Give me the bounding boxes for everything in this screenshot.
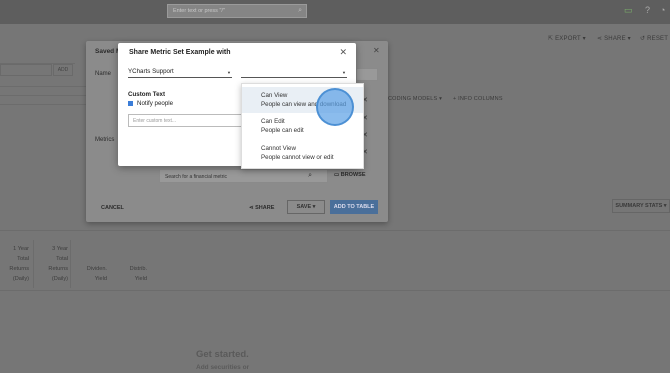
- add-to-table-button[interactable]: ADD TO TABLE: [330, 200, 378, 214]
- share-button[interactable]: ⋖ SHARE: [249, 205, 274, 211]
- divider: [0, 86, 86, 87]
- column-header-distribution[interactable]: Distrib. Yield: [112, 264, 147, 284]
- share-icon: ⋖: [249, 205, 254, 211]
- column-divider: [70, 240, 71, 288]
- search-icon: ⌕: [308, 172, 312, 179]
- coding-models-button[interactable]: CODING MODELS ▾: [388, 96, 442, 102]
- column-header-1y[interactable]: 1 Year Total Returns (Daily): [0, 244, 29, 284]
- divider: [0, 290, 670, 291]
- chevron-down-icon: ▼: [342, 70, 346, 75]
- left-add-input[interactable]: [0, 64, 52, 76]
- left-add-button[interactable]: ADD: [53, 64, 73, 76]
- share-top-button[interactable]: ⋖ SHARE ▾: [597, 35, 631, 42]
- divider: [0, 104, 86, 105]
- reset-icon: ↺: [640, 36, 646, 42]
- notify-checkbox[interactable]: Notify people: [128, 100, 173, 107]
- global-search-input[interactable]: Enter text or press "/" ⌕: [167, 4, 307, 18]
- custom-text-input[interactable]: Enter custom text...: [128, 114, 243, 127]
- export-icon: ⇱: [548, 36, 554, 42]
- chat-icon[interactable]: ▭: [624, 5, 633, 16]
- checkbox-checked-icon: [128, 100, 133, 106]
- user-icon[interactable]: ◔: [660, 5, 665, 15]
- global-search-placeholder: Enter text or press "/": [173, 8, 225, 14]
- saved-modal-close-icon[interactable]: ✕: [373, 46, 380, 55]
- click-indicator: [316, 88, 354, 126]
- metric-search-input[interactable]: Search for a financial metric ⌕: [159, 169, 328, 183]
- metrics-label: Metrics: [95, 137, 115, 143]
- permission-option-cannot-view[interactable]: Cannot View People cannot view or edit: [242, 143, 363, 167]
- browse-button[interactable]: ▭ BROWSE: [334, 172, 365, 178]
- info-columns-button[interactable]: + INFO COLUMNS: [453, 96, 503, 102]
- search-icon: ⌕: [298, 7, 302, 14]
- top-bar: [0, 0, 670, 24]
- custom-text-label: Custom Text: [128, 91, 166, 98]
- summary-stats-button[interactable]: SUMMARY STATS ▾: [612, 199, 670, 213]
- share-dialog-title: Share Metric Set Example with: [129, 49, 231, 56]
- folder-icon: ▭: [334, 172, 340, 178]
- cancel-button[interactable]: CANCEL: [101, 205, 124, 211]
- reset-button[interactable]: ↺ RESET: [640, 35, 668, 42]
- name-input-edge[interactable]: [356, 68, 378, 81]
- divider: [0, 230, 670, 231]
- share-icon: ⋖: [597, 36, 603, 42]
- get-started-subtitle: Add securities or: [196, 364, 250, 371]
- recipient-select[interactable]: YCharts Support ▼: [128, 68, 232, 78]
- close-icon[interactable]: ✕: [339, 47, 347, 58]
- permission-select[interactable]: ▼: [241, 68, 347, 78]
- chevron-down-icon: ▼: [227, 70, 231, 75]
- name-label: Name: [95, 71, 112, 77]
- help-icon[interactable]: ?: [645, 5, 650, 15]
- save-button[interactable]: SAVE ▾: [287, 200, 325, 214]
- get-started-title: Get started.: [196, 349, 249, 360]
- column-header-dividend[interactable]: Dividen. Yield: [72, 264, 107, 284]
- export-button[interactable]: ⇱ EXPORT ▾: [548, 35, 586, 42]
- column-divider: [33, 240, 34, 288]
- column-header-3y[interactable]: 3 Year Total Returns (Daily): [34, 244, 68, 284]
- divider: [0, 95, 86, 96]
